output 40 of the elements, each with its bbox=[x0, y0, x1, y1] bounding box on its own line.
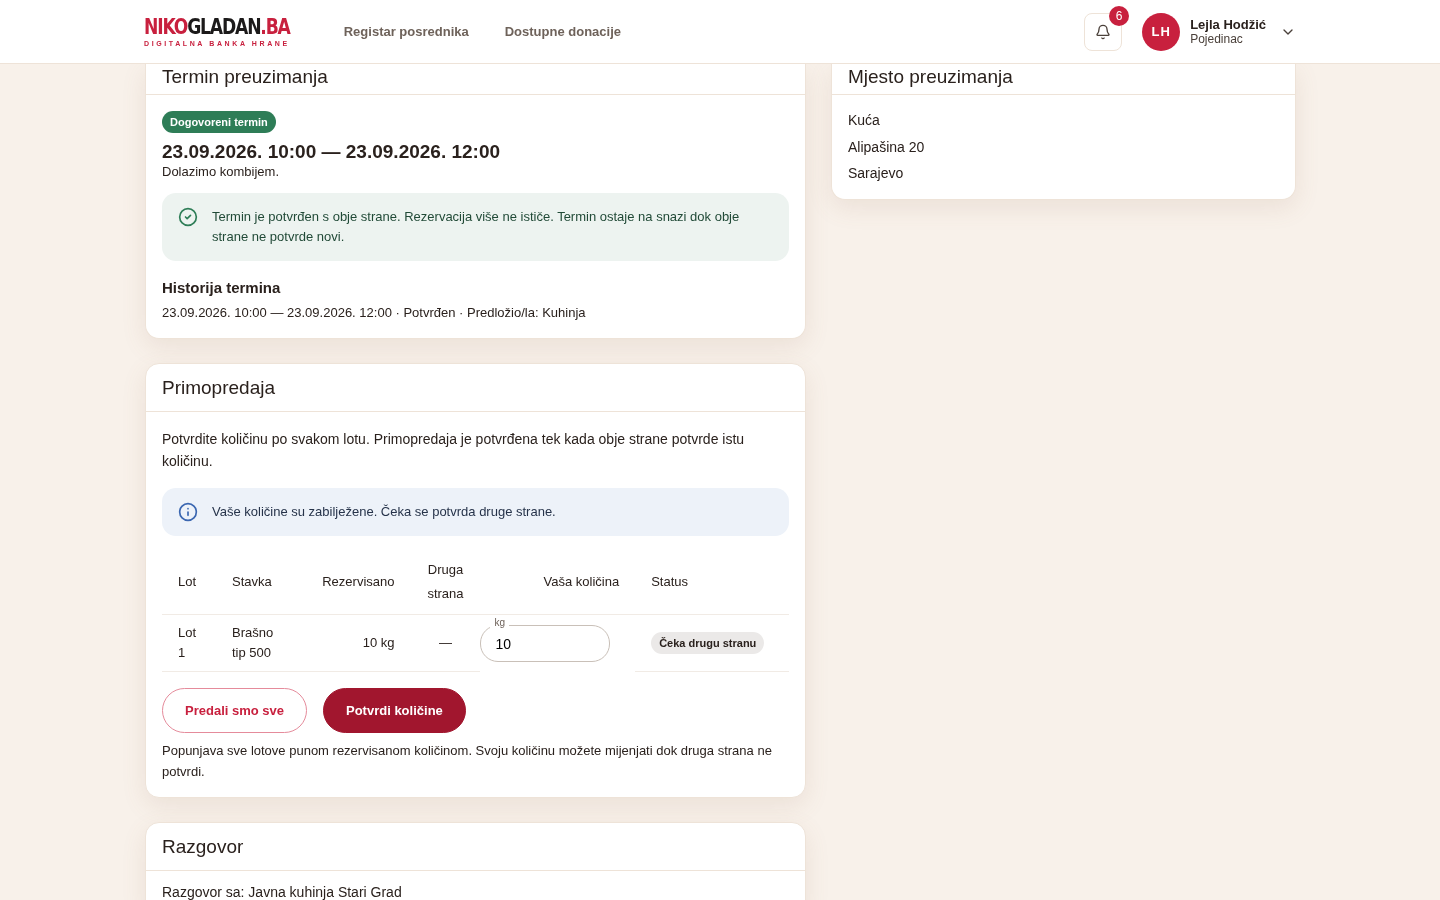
card-title: Razgovor bbox=[146, 822, 805, 871]
alert-text: Vaše količine su zabilježene. Čeka se potvrda druge strane. bbox=[212, 503, 556, 522]
time-range: 23.09.2026. 10:00 — 23.09.2026. 12:00 bbox=[162, 141, 502, 163]
note-text: Dolazimo kombijem. bbox=[162, 163, 281, 181]
card-title: Termin preuzimanja bbox=[146, 64, 805, 95]
card-title: Primopredaja bbox=[146, 364, 805, 413]
field-label: kg bbox=[490, 617, 510, 629]
notifications-button[interactable] bbox=[1084, 12, 1123, 51]
history-entry: 23.09.2026. 10:00 — 23.09.2026. 12:00 · Potvrđen · Predložio/la: Kuhinja bbox=[162, 304, 587, 323]
table-cell: 10 kg bbox=[300, 614, 411, 672]
address-line: Sarajevo bbox=[848, 164, 905, 183]
bell-icon bbox=[1095, 23, 1112, 40]
column-header: Rezervisano bbox=[300, 550, 411, 615]
column-header: Vaša količina bbox=[480, 550, 636, 615]
column-header: Stavka bbox=[216, 550, 300, 615]
info-icon bbox=[178, 502, 198, 523]
column-header: Druga strana bbox=[410, 550, 481, 615]
card-title: Mjesto preuzimanja bbox=[832, 64, 1295, 95]
nav-link[interactable]: Dostupne donacije bbox=[504, 24, 622, 39]
status-badge: Čeka drugu stranu bbox=[651, 632, 765, 655]
column-header: Lot bbox=[162, 550, 216, 615]
intro-text: Potvrdite količinu po svakom lotu. Primopredaja je potvrđena tek kada obje strane potvrde istu količinu. bbox=[162, 430, 746, 472]
check-circle-icon bbox=[178, 207, 198, 228]
table-cell: Brašno tip 500 bbox=[216, 614, 300, 672]
user-role: Pojedinac bbox=[1190, 32, 1244, 46]
status-badge: Dogovoreni termin bbox=[162, 111, 276, 133]
conversation-partner: Razgovor sa: Javna kuhinja Stari Grad bbox=[162, 882, 403, 900]
user-name: Lejla Hodžić bbox=[1190, 17, 1266, 32]
alert-text: Termin je potvrđen s obje strane. Rezervacija više ne ističe. Termin ostaje na snazi dok obje strane ne potvrde novi. bbox=[212, 208, 741, 247]
handover-button[interactable]: Predali smo sve bbox=[162, 688, 307, 734]
confirm-button[interactable]: Potvrdi količine bbox=[323, 688, 466, 734]
nav-link[interactable]: Registar posrednika bbox=[343, 24, 469, 39]
section-heading: Historija termina bbox=[162, 279, 282, 297]
column-header: Status bbox=[635, 550, 789, 615]
address-line: Alipašina 20 bbox=[848, 137, 926, 157]
footnote-text: Popunjava sve lotove punom rezervisanom količinom. Svoju količinu možete mijenjati dok druga strana ne potvrdi. bbox=[162, 742, 773, 782]
user-avatar[interactable]: LH bbox=[1142, 12, 1181, 51]
address-line: Kuća bbox=[848, 111, 881, 130]
notification-count: 6 bbox=[1109, 5, 1130, 26]
table-cell: Lot 1 bbox=[162, 614, 216, 672]
